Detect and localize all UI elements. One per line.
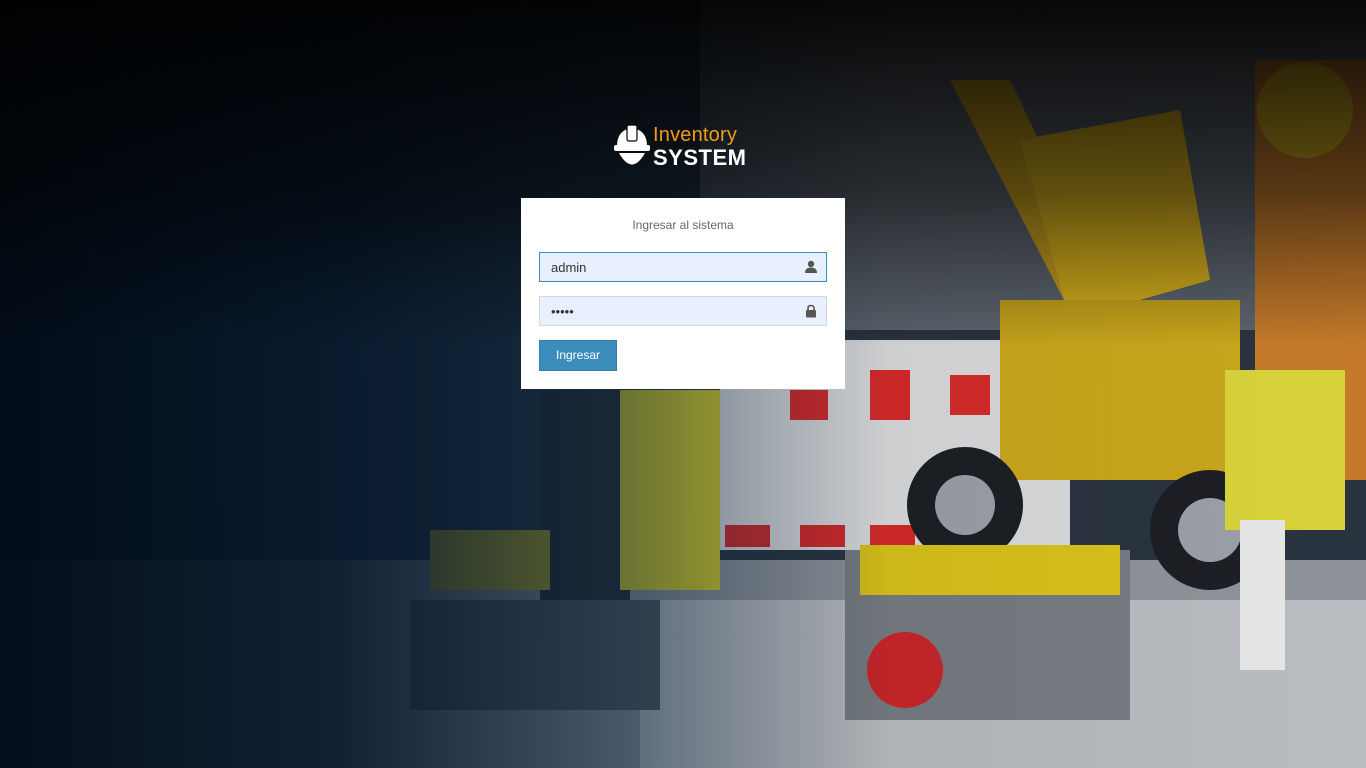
login-submit-button[interactable]: Ingresar bbox=[539, 340, 617, 371]
logo-title-system: SYSTEM bbox=[653, 145, 747, 170]
logo: Inventory SYSTEM bbox=[613, 124, 758, 174]
user-icon bbox=[805, 260, 817, 273]
login-box-message: Ingresar al sistema bbox=[632, 218, 734, 232]
hard-hat-icon bbox=[614, 124, 650, 165]
password-field-wrapper bbox=[539, 296, 827, 326]
password-input[interactable] bbox=[540, 297, 791, 325]
lock-icon bbox=[806, 304, 816, 318]
logo-title-inventory: Inventory bbox=[653, 124, 738, 146]
username-field-wrapper bbox=[539, 252, 827, 282]
login-box: Ingresar al sistema Ingresar bbox=[521, 198, 845, 389]
username-input[interactable] bbox=[540, 253, 791, 281]
